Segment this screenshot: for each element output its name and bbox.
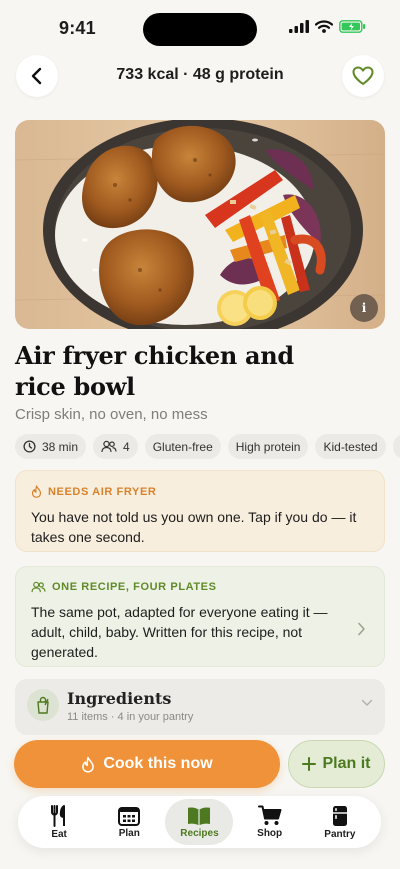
tab-label: Eat bbox=[51, 828, 67, 840]
air-fryer-card-header: NEEDS AIR FRYER bbox=[31, 485, 369, 498]
tab-label: Plan bbox=[118, 827, 140, 839]
battery-icon bbox=[339, 20, 366, 33]
people-icon bbox=[31, 581, 46, 593]
tab-label: Pantry bbox=[324, 828, 356, 840]
wifi-icon bbox=[315, 20, 333, 33]
plan-it-label: Plan it bbox=[322, 755, 371, 772]
family-plates-card[interactable]: ONE RECIPE, FOUR PLATES The same pot, ad… bbox=[15, 566, 385, 667]
favorite-button[interactable] bbox=[342, 55, 384, 97]
chevron-left-icon bbox=[31, 67, 42, 85]
ingredients-section[interactable]: Ingredients 11 items · 4 in your pantry bbox=[15, 679, 385, 735]
status-time: 9:41 bbox=[59, 18, 96, 38]
signal-icon bbox=[289, 20, 309, 33]
plus-icon bbox=[302, 757, 317, 771]
back-button[interactable] bbox=[16, 55, 58, 97]
ingredients-summary: 11 items · 4 in your pantry bbox=[67, 711, 194, 723]
recipe-subtitle: Crisp skin, no oven, no mess bbox=[15, 406, 208, 423]
family-plates-card-body: The same pot, adapted for everyone eatin… bbox=[31, 604, 328, 660]
flame-icon bbox=[31, 485, 42, 498]
chip-label: Kid-tested bbox=[323, 439, 378, 454]
cart-icon bbox=[257, 805, 282, 825]
chip-label: High protein bbox=[235, 439, 301, 454]
tab-recipes[interactable]: Recipes bbox=[165, 799, 234, 845]
clock-icon bbox=[23, 440, 36, 453]
grocery-bag-icon bbox=[27, 689, 59, 721]
people-icon bbox=[101, 440, 117, 453]
chip-servings-label: 4 bbox=[123, 439, 130, 454]
fork-knife-icon bbox=[51, 804, 66, 827]
recipe-hero-image bbox=[15, 120, 385, 329]
recipe-chips: 38 min 4 Gluten-free High protein Kid-te… bbox=[15, 434, 400, 459]
air-fryer-card-label: NEEDS AIR FRYER bbox=[48, 485, 157, 498]
ingredients-title: Ingredients bbox=[67, 689, 172, 708]
chip-time-label: 38 min bbox=[42, 439, 79, 454]
family-plates-card-header: ONE RECIPE, FOUR PLATES bbox=[31, 581, 369, 593]
chip-gluten-free: Gluten-free bbox=[144, 434, 221, 459]
dynamic-island bbox=[143, 13, 257, 46]
air-fryer-card-body: You have not told us you own one. Tap if… bbox=[31, 509, 357, 545]
calendar-icon bbox=[118, 806, 141, 826]
chip-kid-tested: Kid-tested bbox=[315, 434, 386, 459]
flame-icon bbox=[82, 756, 95, 773]
tab-shop[interactable]: Shop bbox=[236, 799, 304, 845]
chevron-down-icon bbox=[361, 699, 373, 706]
tab-label: Recipes bbox=[180, 827, 219, 839]
image-info-button[interactable]: i bbox=[350, 294, 378, 322]
cook-now-button[interactable]: Cook this now bbox=[14, 740, 280, 788]
chip-high-protein: High protein bbox=[227, 434, 309, 459]
recipe-title: Air fryer chicken and rice bowl bbox=[15, 341, 294, 401]
fridge-icon bbox=[332, 805, 347, 826]
chip-label: Gluten-free bbox=[152, 439, 213, 454]
cook-now-label: Cook this now bbox=[103, 755, 213, 772]
air-fryer-card[interactable]: NEEDS AIR FRYER You have not told us you… bbox=[15, 470, 385, 552]
tab-plan[interactable]: Plan bbox=[95, 799, 163, 845]
tab-pantry[interactable]: Pantry bbox=[306, 799, 374, 845]
status-icons bbox=[289, 20, 366, 33]
book-icon bbox=[188, 806, 211, 825]
heart-icon bbox=[352, 66, 374, 85]
nutrition-summary: 733 kcal · 48 g protein bbox=[116, 66, 284, 83]
chevron-right-icon bbox=[358, 622, 365, 636]
tab-bar: Eat Plan Recipes Shop Pantry bbox=[18, 796, 381, 848]
chip-truncated: B bbox=[392, 434, 400, 459]
plan-it-button[interactable]: Plan it bbox=[288, 740, 385, 788]
tab-label: Shop bbox=[257, 828, 283, 839]
chip-time: 38 min bbox=[15, 434, 87, 459]
family-plates-card-label: ONE RECIPE, FOUR PLATES bbox=[52, 581, 217, 593]
chip-servings[interactable]: 4 bbox=[93, 434, 138, 459]
tab-eat[interactable]: Eat bbox=[25, 799, 93, 845]
